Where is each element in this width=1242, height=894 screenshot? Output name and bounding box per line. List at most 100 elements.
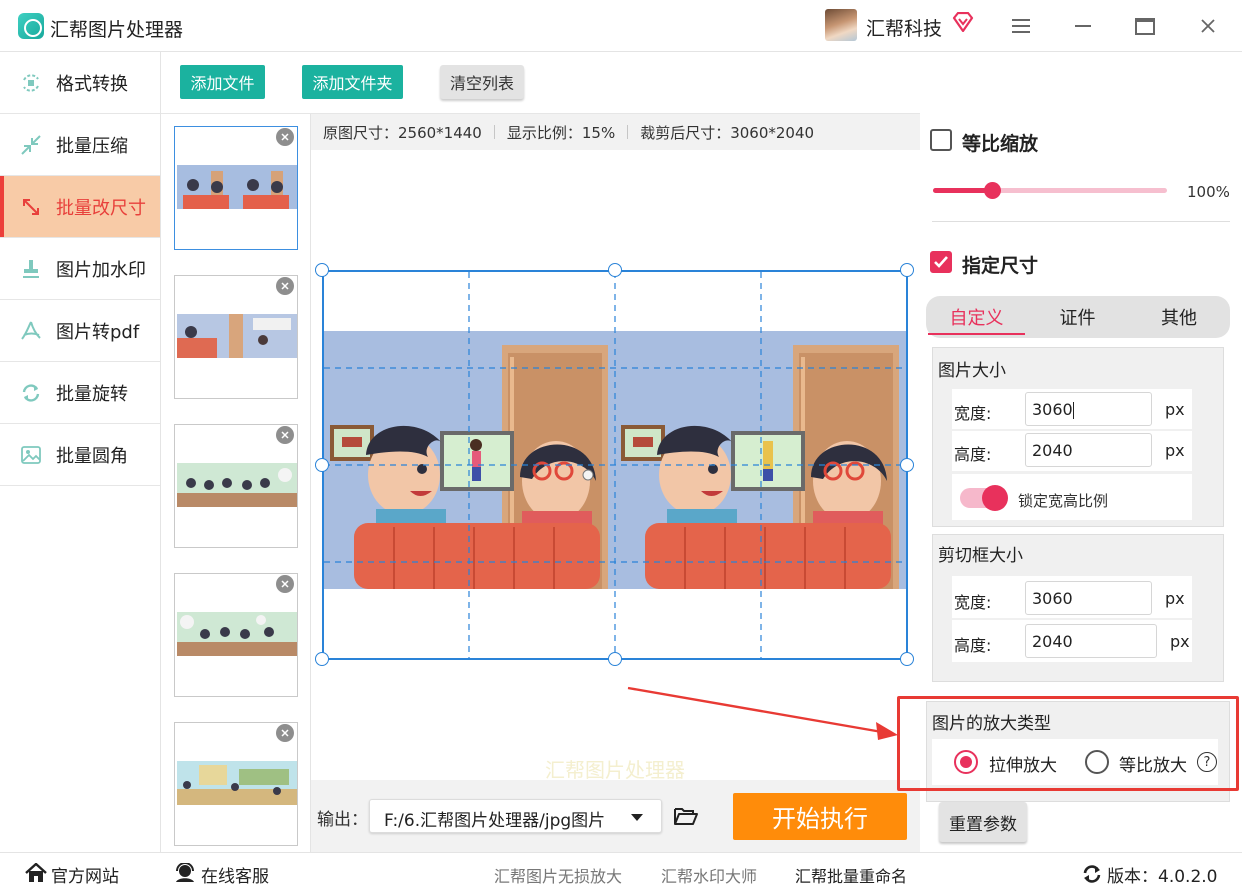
close-icon[interactable] [1194, 12, 1222, 40]
scale-slider[interactable] [933, 182, 1167, 199]
maximize-icon[interactable] [1131, 12, 1159, 40]
remove-thumbnail-icon[interactable] [276, 724, 294, 742]
sidebar-item-batch-resize[interactable]: 批量改尺寸 [0, 176, 160, 238]
specified-size-checkbox[interactable] [930, 251, 952, 273]
sidebar-item-label: 批量压缩 [56, 135, 128, 157]
add-folder-button[interactable]: 添加文件夹 [302, 65, 403, 99]
reset-params-button[interactable]: 重置参数 [939, 802, 1027, 842]
sidebar-item-label: 图片加水印 [56, 259, 146, 281]
image-width-label: 宽度: [954, 404, 992, 423]
remove-thumbnail-icon[interactable] [276, 575, 294, 593]
version-text: 版本：4.0.2.0 [1107, 867, 1218, 887]
app-watermark: 汇帮图片处理器 [545, 758, 685, 782]
crop-width-unit: px [1165, 589, 1185, 608]
lossless-enlarge-link[interactable]: 汇帮图片无损放大 [494, 863, 622, 887]
tab-other[interactable]: 其他 [1128, 296, 1230, 338]
thumbnail-item[interactable] [174, 722, 298, 846]
add-file-button[interactable]: 添加文件 [180, 65, 265, 99]
image-info-bar: 原图尺寸：2560*1440 显示比例：15% 裁剪后尺寸：3060*2040 [311, 114, 920, 150]
official-site-link[interactable]: 官方网站 [51, 862, 119, 887]
thumbnail-list[interactable] [161, 114, 311, 852]
crop-handle-left[interactable] [315, 458, 329, 472]
stamp-icon [20, 258, 42, 280]
sidebar-item-batch-compress[interactable]: 批量压缩 [0, 114, 160, 176]
tab-id-photo[interactable]: 证件 [1027, 296, 1128, 338]
image-height-unit: px [1165, 441, 1185, 460]
image-width-input[interactable]: 3060 [1025, 392, 1152, 426]
thumbnail-item[interactable] [174, 573, 298, 697]
menu-icon[interactable] [1007, 12, 1035, 40]
specified-size-label: 指定尺寸 [962, 255, 1039, 277]
output-label: 输出： [317, 810, 368, 830]
thumbnail-item[interactable] [174, 275, 298, 399]
display-ratio-text: 显示比例：15% [506, 123, 616, 142]
sidebar-item-add-watermark[interactable]: 图片加水印 [0, 238, 160, 300]
user-name[interactable]: 汇帮科技 [866, 14, 942, 41]
refresh-icon[interactable] [1082, 864, 1102, 884]
rotate-icon [20, 382, 42, 404]
image-height-input[interactable]: 2040 [1025, 433, 1152, 467]
scale-slider-thumb[interactable] [983, 182, 1001, 199]
scale-slider-fill [933, 188, 992, 193]
home-icon[interactable] [25, 863, 47, 883]
original-size-text: 原图尺寸：2560*1440 [323, 123, 482, 142]
sidebar-item-format-convert[interactable]: 格式转换 [0, 52, 160, 114]
proportional-scale-checkbox[interactable] [930, 129, 952, 151]
crop-handle-bottom-right[interactable] [900, 652, 914, 666]
vip-diamond-icon[interactable] [952, 12, 974, 32]
info-divider [627, 125, 629, 139]
info-divider [493, 125, 495, 139]
crop-handle-bottom[interactable] [608, 652, 622, 666]
output-path-select[interactable]: F:/6.汇帮图片处理器/jpg图片 [369, 799, 662, 833]
crop-height-input[interactable]: 2040 [1025, 624, 1157, 658]
lock-ratio-toggle-knob [982, 485, 1008, 511]
thumbnail-image [177, 612, 297, 656]
sidebar-item-image-to-pdf[interactable]: 图片转pdf [0, 300, 160, 362]
batch-rename-link[interactable]: 汇帮批量重命名 [795, 863, 907, 887]
watermark-master-link[interactable]: 汇帮水印大师 [661, 863, 757, 887]
sidebar-item-label: 批量改尺寸 [56, 197, 146, 219]
crop-width-input[interactable]: 3060 [1025, 581, 1152, 615]
folder-open-icon[interactable] [673, 805, 699, 827]
minimize-icon[interactable] [1069, 12, 1097, 40]
tab-custom[interactable]: 自定义 [926, 296, 1027, 338]
image-width-value: 3060 [1032, 400, 1073, 419]
remove-thumbnail-icon[interactable] [276, 426, 294, 444]
crop-handle-right[interactable] [900, 458, 914, 472]
crop-frame[interactable] [322, 270, 908, 660]
online-service-link[interactable]: 在线客服 [201, 862, 269, 887]
image-width-unit: px [1165, 400, 1185, 419]
resize-icon [20, 196, 42, 218]
thumbnail-image [177, 463, 297, 507]
text-caret [1072, 402, 1074, 419]
thumbnail-item[interactable] [174, 126, 298, 250]
app-title: 汇帮图片处理器 [50, 19, 184, 41]
thumbnail-image [177, 314, 297, 358]
remove-thumbnail-icon[interactable] [276, 128, 294, 146]
thumbnail-item[interactable] [174, 424, 298, 548]
cropped-size-text: 裁剪后尺寸：3060*2040 [640, 123, 815, 142]
user-avatar[interactable] [825, 9, 857, 41]
crop-handle-bottom-left[interactable] [315, 652, 329, 666]
clear-list-button[interactable]: 清空列表 [440, 65, 524, 99]
size-tabs: 自定义 证件 其他 [926, 296, 1230, 338]
app-logo-icon [18, 13, 44, 39]
crop-handle-top[interactable] [608, 263, 622, 277]
remove-thumbnail-icon[interactable] [276, 277, 294, 295]
crop-handle-top-left[interactable] [315, 263, 329, 277]
lock-ratio-toggle[interactable] [960, 485, 1008, 511]
convert-icon [20, 72, 42, 94]
panel-divider [932, 221, 1230, 222]
crop-size-title: 剪切框大小 [938, 546, 1023, 566]
sidebar-item-batch-rotate[interactable]: 批量旋转 [0, 362, 160, 424]
image-size-title: 图片大小 [938, 361, 1006, 381]
crop-handle-top-right[interactable] [900, 263, 914, 277]
sidebar: 格式转换 批量压缩 批量改尺寸 图片加水印 图片转pdf 批量旋转 批量圆角 [0, 52, 161, 852]
start-button[interactable]: 开始执行 [733, 793, 907, 840]
image-height-label: 高度: [954, 445, 992, 464]
customer-service-icon[interactable] [174, 863, 196, 883]
title-bar: 汇帮图片处理器 汇帮科技 [0, 0, 1242, 52]
chevron-down-icon [631, 814, 643, 821]
image-icon [20, 444, 42, 466]
sidebar-item-batch-round-corner[interactable]: 批量圆角 [0, 424, 160, 486]
